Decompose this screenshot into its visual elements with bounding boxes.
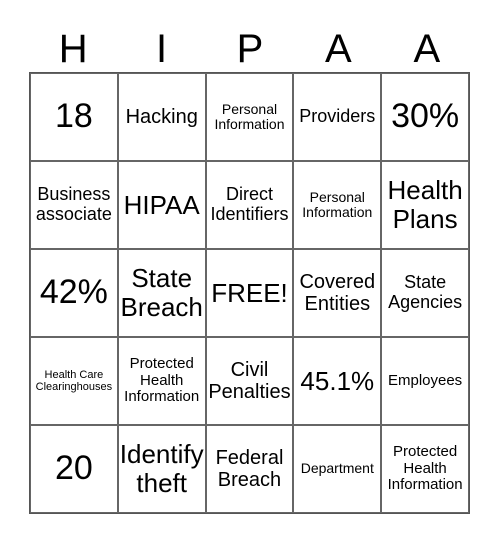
bingo-cell[interactable]: Protected Health Information bbox=[117, 337, 206, 425]
bingo-cell[interactable]: 18 bbox=[30, 73, 118, 161]
bingo-cell[interactable]: Civil Penalties bbox=[205, 337, 294, 425]
bingo-cell[interactable]: Federal Breach bbox=[205, 425, 294, 513]
bingo-cell[interactable]: HIPAA bbox=[117, 161, 206, 249]
bingo-cell[interactable]: 30% bbox=[381, 73, 469, 161]
bingo-cell[interactable]: Identify theft bbox=[117, 425, 206, 513]
bingo-cell[interactable]: State Breach bbox=[117, 249, 206, 337]
bingo-cell[interactable]: Department bbox=[293, 425, 382, 513]
bingo-cell[interactable]: Providers bbox=[293, 73, 382, 161]
header-letter-h: H bbox=[58, 27, 88, 71]
bingo-cell[interactable]: Protected Health Information bbox=[381, 425, 469, 513]
bingo-cell[interactable]: 20 bbox=[30, 425, 118, 513]
bingo-cell[interactable]: Employees bbox=[381, 337, 469, 425]
bingo-card: 18 Hacking Personal Information Providers 30… bbox=[29, 72, 470, 514]
bingo-cell[interactable]: Health Plans bbox=[381, 161, 469, 249]
header-letter-i: I bbox=[156, 27, 168, 71]
bingo-cell[interactable]: Personal Information bbox=[205, 73, 294, 161]
bingo-cell[interactable]: 45.1% bbox=[293, 337, 382, 425]
bingo-header: H I P A A bbox=[29, 26, 471, 72]
bingo-cell[interactable]: Business associate bbox=[30, 161, 118, 249]
bingo-cell[interactable]: Health Care Clearinghouses bbox=[30, 337, 118, 425]
bingo-cell[interactable]: Hacking bbox=[117, 73, 206, 161]
bingo-cell[interactable]: State Agencies bbox=[381, 249, 469, 337]
header-letter-a1: A bbox=[325, 27, 352, 71]
header-letter-p: P bbox=[236, 27, 264, 71]
bingo-cell[interactable]: Covered Entities bbox=[293, 249, 382, 337]
bingo-cell[interactable]: Direct Identifiers bbox=[205, 161, 294, 249]
free-space-cell[interactable]: FREE! bbox=[205, 249, 294, 337]
bingo-cell[interactable]: Personal Information bbox=[293, 161, 382, 249]
header-letter-a2: A bbox=[413, 27, 441, 71]
bingo-cell[interactable]: 42% bbox=[30, 249, 118, 337]
